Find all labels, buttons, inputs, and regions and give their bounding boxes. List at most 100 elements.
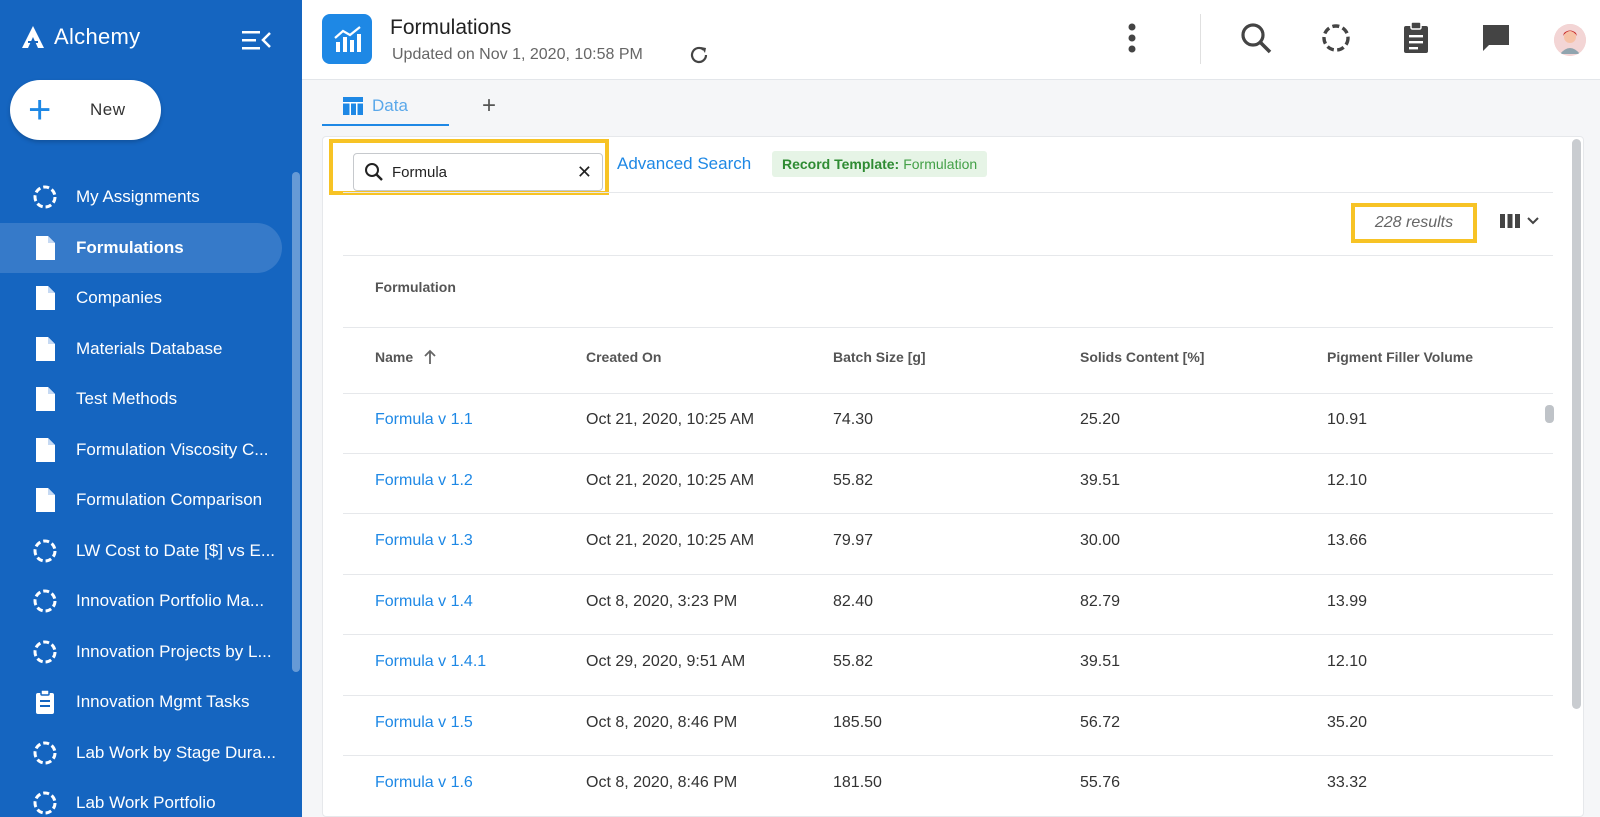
table-row[interactable]: Formula v 1.3 Oct 21, 2020, 10:25 AM 79.…	[343, 514, 1553, 575]
pigment-filler-volume-cell: 33.32	[1327, 774, 1368, 791]
sidebar-item-innovation-projects[interactable]: Innovation Projects by L...	[0, 627, 282, 678]
sidebar-item-formulation-comparison[interactable]: Formulation Comparison	[0, 475, 282, 526]
data-card: ✕ Advanced Search Record Template: Formu…	[322, 136, 1584, 817]
menu-collapse-icon	[242, 31, 271, 50]
column-header-created-on[interactable]: Created On	[586, 349, 661, 365]
solids-content-cell: 39.51	[1080, 653, 1121, 670]
column-header-name[interactable]: Name	[375, 349, 437, 365]
assignments-button[interactable]	[1318, 20, 1354, 56]
sidebar-item-my-assignments[interactable]: My Assignments	[0, 172, 282, 223]
sidebar-item-innovation-portfolio[interactable]: Innovation Portfolio Ma...	[0, 576, 282, 627]
table-row[interactable]: Formula v 1.4.1 Oct 29, 2020, 9:51 AM 55…	[343, 635, 1553, 696]
progress-icon	[32, 639, 58, 665]
sidebar-item-label: Test Methods	[76, 389, 178, 409]
column-header-label: Name	[375, 349, 414, 365]
sidebar-item-formulation-viscosity[interactable]: Formulation Viscosity C...	[0, 425, 282, 476]
record-template-badge[interactable]: Record Template: Formulation	[772, 151, 988, 177]
tasks-button[interactable]	[1398, 20, 1434, 56]
formulation-name-link[interactable]: Formula v 1.3	[375, 532, 473, 550]
refresh-icon	[690, 46, 708, 64]
divider	[343, 255, 1553, 256]
column-header-label: Created On	[586, 349, 662, 365]
search-button[interactable]	[1238, 20, 1274, 56]
search-icon	[1241, 23, 1272, 54]
formulation-name-link[interactable]: Formula v 1.2	[375, 472, 473, 490]
solids-content-cell: 82.79	[1080, 592, 1121, 610]
messages-button[interactable]	[1478, 20, 1514, 56]
sidebar-item-test-methods[interactable]: Test Methods	[0, 374, 282, 425]
document-icon	[32, 487, 58, 513]
sidebar-item-innovation-mgmt-tasks[interactable]: Innovation Mgmt Tasks	[0, 677, 282, 728]
clear-search-icon[interactable]: ✕	[577, 162, 592, 183]
sidebar-item-formulations[interactable]: Formulations	[0, 222, 282, 273]
batch-size-cell: 181.50	[833, 774, 882, 791]
tab-data-label: Data	[372, 96, 408, 115]
batch-size-cell: 185.50	[833, 713, 882, 731]
table-row[interactable]: Formula v 1.4 Oct 8, 2020, 3:23 PM 82.40…	[343, 575, 1553, 635]
sidebar-item-label: Innovation Mgmt Tasks	[76, 692, 250, 712]
sidebar-item-label: Lab Work Portfolio	[76, 793, 216, 813]
sidebar: Alchemy + New My Assignments Formulation…	[0, 0, 302, 817]
column-selector-button[interactable]	[1499, 213, 1539, 229]
formulation-name-link[interactable]: Formula v 1.6	[375, 774, 473, 792]
column-header-batch-size[interactable]: Batch Size [g]	[833, 349, 926, 365]
batch-size-cell: 79.97	[833, 532, 874, 549]
sidebar-item-label: Lab Work by Stage Dura...	[76, 742, 276, 762]
sidebar-item-label: Formulation Comparison	[76, 490, 263, 510]
sidebar-item-lab-work-stage[interactable]: Lab Work by Stage Dura...	[0, 728, 282, 779]
formulation-name-link[interactable]: Formula v 1.4	[375, 593, 473, 611]
sidebar-item-materials-database[interactable]: Materials Database	[0, 324, 282, 375]
table-row[interactable]: Formula v 1.2 Oct 21, 2020, 10:25 AM 55.…	[343, 454, 1553, 514]
add-tab-button[interactable]: +	[482, 92, 496, 120]
sidebar-item-companies[interactable]: Companies	[0, 273, 282, 324]
sidebar-item-label: Companies	[76, 288, 162, 308]
results-count: 228 results	[1374, 214, 1454, 231]
tab-data[interactable]: Data	[322, 88, 449, 126]
column-header-pigment-filler-volume[interactable]: Pigment Filler Volume	[1327, 349, 1473, 365]
pigment-filler-volume-cell: 13.99	[1327, 592, 1368, 610]
document-icon	[32, 235, 58, 261]
table-row[interactable]: Formula v 1.5 Oct 8, 2020, 8:46 PM 185.5…	[343, 696, 1553, 756]
table-scroll-indicator[interactable]	[1545, 405, 1554, 423]
new-button-label: New	[90, 100, 126, 119]
chevron-down-icon	[1527, 217, 1539, 225]
document-icon	[32, 336, 58, 362]
formulation-name-link[interactable]: Formula v 1.5	[375, 714, 473, 732]
refresh-button[interactable]	[688, 44, 710, 66]
document-icon	[32, 437, 58, 463]
sidebar-scrollbar[interactable]	[292, 172, 300, 672]
clipboard-icon	[1404, 21, 1428, 53]
sidebar-item-lw-cost[interactable]: LW Cost to Date [$] vs E...	[0, 526, 282, 577]
batch-size-cell: 55.82	[833, 471, 874, 489]
table-row[interactable]: Formula v 1.6 Oct 8, 2020, 8:46 PM 181.5…	[343, 756, 1553, 817]
formulation-name-link[interactable]: Formula v 1.1	[375, 411, 473, 429]
view-tabs: Data +	[322, 88, 922, 126]
progress-icon	[32, 790, 58, 816]
column-header-label: Pigment Filler Volume	[1327, 349, 1473, 365]
card-scrollbar[interactable]	[1572, 139, 1581, 709]
solids-content-cell: 30.00	[1080, 532, 1121, 549]
formulation-name-link[interactable]: Formula v 1.4.1	[375, 653, 486, 671]
search-input[interactable]	[392, 163, 572, 181]
collapse-menu-button[interactable]	[240, 28, 272, 52]
pigment-filler-volume-cell: 13.66	[1327, 532, 1368, 549]
record-template-label: Record Template:	[782, 156, 900, 172]
new-button[interactable]: + New	[10, 80, 161, 140]
table-row[interactable]: Formula v 1.1 Oct 21, 2020, 10:25 AM 74.…	[343, 393, 1553, 454]
more-options-button[interactable]	[1114, 20, 1150, 56]
avatar[interactable]	[1554, 24, 1586, 56]
column-header-label: Solids Content [%]	[1080, 349, 1205, 365]
pigment-filler-volume-cell: 12.10	[1327, 653, 1368, 670]
solids-content-cell: 56.72	[1080, 713, 1121, 731]
column-group-header: Formulation	[375, 279, 456, 295]
search-field[interactable]: ✕	[353, 153, 603, 191]
created-on-cell: Oct 8, 2020, 8:46 PM	[586, 713, 738, 731]
brand[interactable]: Alchemy	[20, 24, 140, 50]
sidebar-item-lab-work-portfolio[interactable]: Lab Work Portfolio	[0, 778, 282, 817]
advanced-search-link[interactable]: Advanced Search	[617, 154, 751, 174]
sidebar-item-label: Materials Database	[76, 338, 223, 358]
column-header-solids-content[interactable]: Solids Content [%]	[1080, 349, 1204, 365]
chat-icon	[1483, 25, 1509, 51]
created-on-cell: Oct 21, 2020, 10:25 AM	[586, 532, 755, 549]
updated-timestamp: Updated on Nov 1, 2020, 10:58 PM	[392, 46, 643, 63]
